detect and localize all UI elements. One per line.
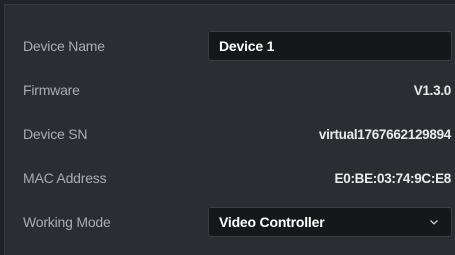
firmware-row: Firmware V1.3.0 — [5, 74, 455, 106]
device-name-label: Device Name — [23, 38, 105, 54]
mac-address-row: MAC Address E0:BE:03:74:9C:E8 — [5, 162, 455, 194]
device-sn-value: virtual1767662129894 — [318, 126, 451, 142]
device-info-panel: Device Name Device 1 Firmware V1.3.0 Dev… — [4, 4, 455, 255]
mac-address-value: E0:BE:03:74:9C:E8 — [334, 170, 452, 186]
device-name-input[interactable]: Device 1 — [208, 31, 452, 61]
firmware-label: Firmware — [23, 82, 80, 98]
mac-address-label: MAC Address — [23, 170, 107, 186]
device-sn-row: Device SN virtual1767662129894 — [5, 118, 455, 150]
working-mode-value: Video Controller — [219, 214, 325, 230]
device-name-row: Device Name Device 1 — [5, 30, 455, 62]
working-mode-label: Working Mode — [23, 214, 111, 230]
device-sn-label: Device SN — [23, 126, 88, 142]
firmware-value: V1.3.0 — [413, 82, 452, 98]
working-mode-select[interactable]: Video Controller — [208, 207, 452, 237]
working-mode-row: Working Mode Video Controller — [5, 206, 455, 238]
chevron-down-icon — [430, 220, 438, 225]
